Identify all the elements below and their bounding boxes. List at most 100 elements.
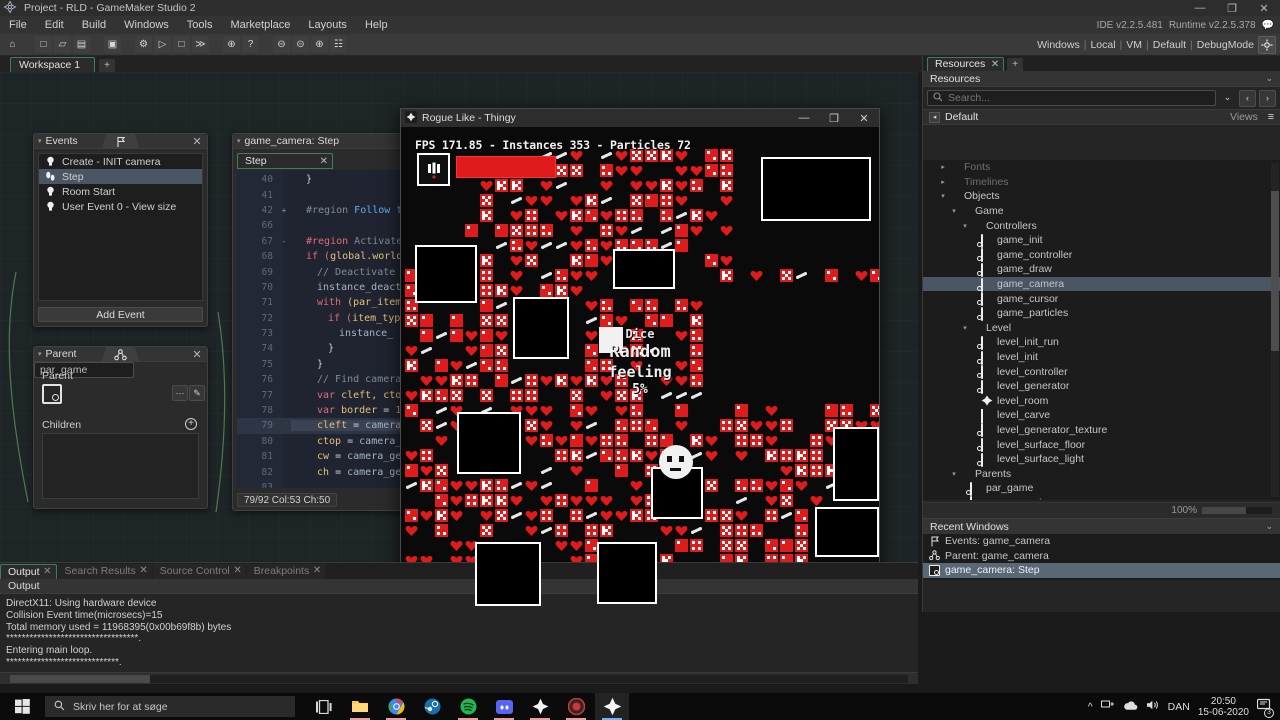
menu-item-tools[interactable]: Tools bbox=[178, 16, 222, 34]
target-runtime-label[interactable]: VM bbox=[1126, 39, 1142, 51]
tree-item[interactable]: par_game bbox=[923, 481, 1280, 496]
search-results-tab-close[interactable]: ✕ bbox=[139, 564, 147, 578]
search-options-chevron-down-icon[interactable]: ⌄ bbox=[1219, 90, 1236, 107]
nav-prev-button[interactable]: ‹ bbox=[1239, 89, 1256, 107]
tree-item[interactable]: level_carve bbox=[923, 408, 1280, 423]
tree-item[interactable]: level_surface_light bbox=[923, 452, 1280, 467]
tree-item[interactable]: game_controller bbox=[923, 248, 1280, 263]
tree-folder[interactable]: ▸ Timelines bbox=[923, 175, 1280, 190]
tree-folder[interactable]: ▾ Controllers bbox=[923, 218, 1280, 233]
disclosure-triangle-icon[interactable]: ▸ bbox=[938, 163, 948, 171]
menu-item-help[interactable]: Help bbox=[356, 16, 397, 34]
disclosure-triangle-icon[interactable]: ▾ bbox=[960, 222, 970, 230]
target-config-label[interactable]: Default bbox=[1153, 39, 1186, 51]
network-icon[interactable] bbox=[1100, 699, 1115, 714]
tree-item[interactable]: level_surface_floor bbox=[923, 437, 1280, 453]
recent-windows-list[interactable]: Events: game_camera Parent: game_camera … bbox=[923, 534, 1280, 580]
chevron-down-icon[interactable]: ⌄ bbox=[1265, 73, 1273, 84]
debug-icon[interactable]: ⚙ bbox=[135, 36, 152, 53]
breakpoints-tab-close[interactable]: ✕ bbox=[313, 564, 321, 578]
menu-item-layouts[interactable]: Layouts bbox=[299, 16, 356, 34]
collapse-arrow-icon[interactable]: ▾ bbox=[38, 137, 42, 145]
parent-edit-button[interactable]: ✎ bbox=[189, 385, 205, 401]
output-log[interactable]: DirectX11: Using hardware device Collisi… bbox=[0, 594, 918, 670]
menu-item-marketplace[interactable]: Marketplace bbox=[221, 16, 299, 34]
menu-item-file[interactable]: File bbox=[0, 16, 36, 34]
output-horizontal-scrollbar[interactable] bbox=[0, 672, 918, 684]
parent-more-button[interactable]: ··· bbox=[172, 385, 188, 401]
start-button[interactable] bbox=[0, 693, 45, 720]
recent-window-step[interactable]: game_camera: Step bbox=[923, 563, 1280, 578]
events-list[interactable]: Create - INIT camera Step Room Start Use… bbox=[38, 153, 203, 301]
game-maximize-button[interactable]: ❐ bbox=[819, 109, 849, 127]
tree-item[interactable]: game_particles bbox=[923, 306, 1280, 321]
disclosure-triangle-icon[interactable]: ▾ bbox=[949, 207, 959, 215]
tree-item[interactable]: level_controller bbox=[923, 364, 1280, 380]
taskbar-clock[interactable]: 20:50 15-06-2020 bbox=[1198, 696, 1249, 718]
output-tab-close[interactable]: ✕ bbox=[43, 565, 51, 579]
children-list[interactable] bbox=[42, 433, 199, 499]
new-file-icon[interactable]: □ bbox=[35, 36, 52, 53]
event-item-create[interactable]: Create - INIT camera bbox=[39, 154, 202, 169]
tree-item[interactable]: level_generator bbox=[923, 379, 1280, 394]
disclosure-triangle-icon[interactable]: ▾ bbox=[949, 470, 959, 478]
volume-icon[interactable] bbox=[1146, 699, 1160, 714]
zoom-reset-icon[interactable]: ⊝ bbox=[292, 36, 309, 53]
target-settings-icon[interactable] bbox=[1258, 35, 1276, 54]
views-label[interactable]: Views bbox=[1230, 111, 1258, 123]
zoom-out-icon[interactable]: ⊖ bbox=[273, 36, 290, 53]
output-scroll-track[interactable] bbox=[10, 674, 908, 683]
task-view-icon[interactable] bbox=[307, 693, 341, 720]
disclosure-triangle-icon[interactable]: ▾ bbox=[938, 192, 948, 200]
code-tab-close[interactable]: ✕ bbox=[320, 154, 328, 169]
target-icon[interactable]: ⊕ bbox=[223, 36, 240, 53]
steam-icon[interactable] bbox=[415, 693, 449, 720]
resources-tree[interactable]: ▸ Fonts ▸ Timelines ▾ Objects ▾ Game ▾ Controller… bbox=[923, 160, 1280, 500]
file-explorer-icon[interactable] bbox=[343, 693, 377, 720]
parent-panel-close[interactable]: ✕ bbox=[191, 348, 203, 361]
resources-tree-scroll-thumb[interactable] bbox=[1271, 191, 1279, 351]
tray-expand-icon[interactable]: ^ bbox=[1088, 701, 1093, 713]
chevron-down-icon[interactable]: ⌄ bbox=[1265, 521, 1273, 532]
game-preview-window[interactable]: Rogue Like - Thingy — ❐ ✕ FPS 171.85 - I… bbox=[400, 108, 880, 610]
code-fold-toggle-icon[interactable]: + bbox=[277, 206, 291, 215]
onedrive-icon[interactable] bbox=[1123, 700, 1138, 714]
tab-workspace-1[interactable]: Workspace 1 bbox=[10, 57, 96, 72]
tree-folder[interactable]: ▾ Objects bbox=[923, 189, 1280, 204]
language-indicator[interactable]: DAN bbox=[1168, 701, 1190, 713]
events-panel-close[interactable]: ✕ bbox=[191, 135, 203, 148]
zoom-in-icon[interactable]: ⊕ bbox=[311, 36, 328, 53]
chrome-icon[interactable] bbox=[379, 693, 413, 720]
menu-item-edit[interactable]: Edit bbox=[36, 16, 73, 34]
tab-search-results[interactable]: Search Results ✕ bbox=[57, 564, 152, 579]
build-icon[interactable]: ▣ bbox=[104, 36, 121, 53]
collapse-arrow-icon[interactable]: ▾ bbox=[38, 350, 42, 358]
collapse-all-icon[interactable]: ◂ bbox=[929, 111, 940, 123]
target-mode-label[interactable]: DebugMode bbox=[1197, 39, 1254, 51]
maximize-button[interactable]: ❐ bbox=[1216, 0, 1248, 16]
taskbar-search-input[interactable]: Skriv her for at søge bbox=[45, 696, 295, 717]
clean-icon[interactable]: ≫ bbox=[192, 36, 209, 53]
tree-item[interactable]: game_init bbox=[923, 233, 1280, 248]
disclosure-triangle-icon[interactable]: ▸ bbox=[938, 178, 948, 186]
source-control-tab-close[interactable]: ✕ bbox=[233, 564, 241, 578]
home-icon[interactable]: ⌂ bbox=[4, 36, 21, 53]
layout-icon[interactable]: ☷ bbox=[330, 36, 347, 53]
tree-folder[interactable]: ▸ Fonts bbox=[923, 160, 1280, 175]
open-folder-icon[interactable]: ▱ bbox=[54, 36, 71, 53]
gamemaker-active-icon[interactable] bbox=[595, 693, 629, 720]
tab-breakpoints[interactable]: Breakpoints ✕ bbox=[246, 564, 326, 579]
tab-resources[interactable]: Resources ✕ bbox=[927, 57, 1005, 71]
game-minimize-button[interactable]: — bbox=[789, 109, 819, 127]
event-item-room-start[interactable]: Room Start bbox=[39, 184, 202, 199]
resources-zoom-slider[interactable] bbox=[1202, 507, 1272, 514]
collapse-arrow-icon[interactable]: ▾ bbox=[237, 137, 241, 145]
stop-icon[interactable]: □ bbox=[173, 36, 190, 53]
tree-item[interactable]: level_init_run bbox=[923, 335, 1280, 350]
add-workspace-button[interactable]: + bbox=[99, 59, 116, 72]
target-device-label[interactable]: Local bbox=[1090, 39, 1115, 51]
add-event-button[interactable]: Add Event bbox=[38, 307, 203, 322]
notifications-icon[interactable]: 3 bbox=[1256, 698, 1274, 718]
resources-menu-icon[interactable]: ≡ bbox=[1268, 111, 1274, 123]
tree-folder[interactable]: ▾ Level bbox=[923, 321, 1280, 336]
